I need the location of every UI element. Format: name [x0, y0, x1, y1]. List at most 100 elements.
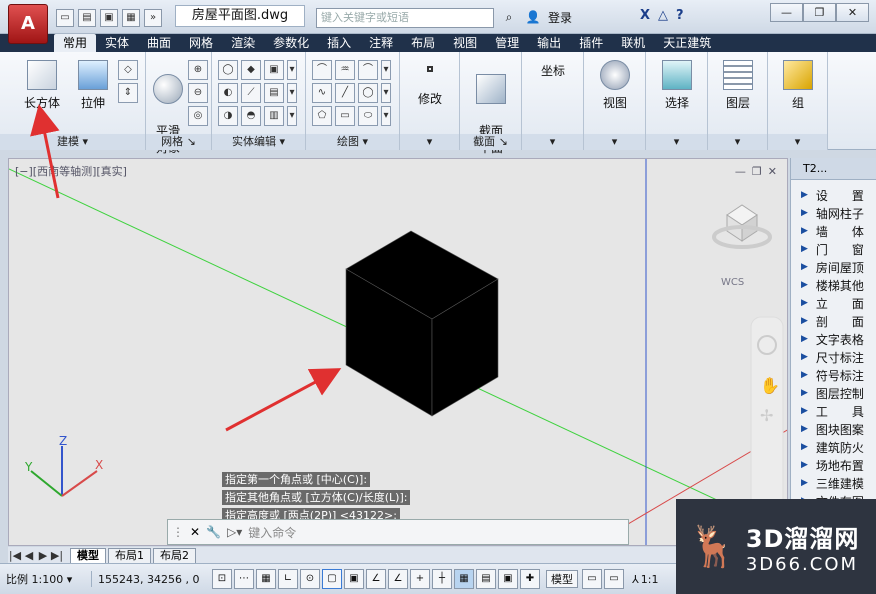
palette-title[interactable]: T2... [791, 158, 876, 180]
binoculars-icon[interactable]: ⌕ [500, 8, 518, 26]
tab-11[interactable]: 输出 [528, 34, 570, 52]
palette-item[interactable]: ▶ 三维建模 [791, 474, 876, 492]
command-input[interactable]: 键入命令 [248, 524, 296, 541]
close-icon[interactable]: ✕ [190, 525, 200, 539]
viewport-minimize-icon[interactable]: — [735, 165, 746, 178]
search-input[interactable]: 键入关键字或短语 [316, 8, 494, 28]
palette-item[interactable]: ▶ 文字表格 [791, 330, 876, 348]
tab-6[interactable]: 插入 [318, 34, 360, 52]
palette-item[interactable]: ▶ 图层控制 [791, 384, 876, 402]
panel-title-layers[interactable]: ▾ [708, 134, 767, 150]
panel-title-select[interactable]: ▾ [646, 134, 707, 150]
tab-0[interactable]: 常用 [54, 34, 97, 52]
circle-icon[interactable]: ◯ [358, 83, 378, 103]
tab-3[interactable]: 网格 [180, 34, 222, 52]
chevron-down-icon[interactable]: ▾ [381, 60, 391, 80]
palette-item[interactable]: ▶ 楼梯其他 [791, 276, 876, 294]
help-icon[interactable]: ? [676, 8, 684, 23]
chevron-down-icon[interactable]: ▾ [287, 106, 297, 126]
triangle-icon[interactable]: △ [658, 8, 668, 23]
shell-icon[interactable]: ▤ [264, 83, 284, 103]
panel-title-coords[interactable]: ▾ [522, 134, 583, 150]
arc-icon[interactable]: ⌒ [358, 60, 378, 80]
3d-osnap-icon[interactable]: ▣ [344, 569, 364, 589]
tab-9[interactable]: 视图 [444, 34, 486, 52]
mesh-edit-icon[interactable]: ◎ [188, 106, 208, 126]
union-icon[interactable]: ◯ [218, 60, 238, 80]
polyline-icon[interactable]: ⌒ [312, 60, 332, 80]
view-button[interactable]: 视图 [596, 60, 634, 111]
rectangle-icon[interactable]: ▭ [335, 106, 355, 126]
snap-icon[interactable]: ⋯ [234, 569, 254, 589]
box-button[interactable]: 长方体 [20, 60, 64, 111]
transparency-icon[interactable]: ▦ [454, 569, 474, 589]
tab-8[interactable]: 布局 [402, 34, 444, 52]
line-icon[interactable]: ╱ [335, 83, 355, 103]
coords-button[interactable]: 坐标 [534, 62, 572, 79]
palette-item[interactable]: ▶ 工 具 [791, 402, 876, 420]
grid-icon[interactable]: ▦ [256, 569, 276, 589]
osnap-icon[interactable]: ▢ [322, 569, 342, 589]
application-menu-button[interactable]: A [8, 4, 48, 44]
lwt-icon[interactable]: ┼ [432, 569, 452, 589]
subtract-icon[interactable]: ◐ [218, 83, 238, 103]
login-label[interactable]: 登录 [548, 9, 572, 26]
viewcube[interactable]: WCS [712, 204, 772, 288]
extrude-button[interactable]: 拉伸 [74, 60, 112, 111]
palette-item[interactable]: ▶ 立 面 [791, 294, 876, 312]
ellipse-icon[interactable]: ⬭ [358, 106, 378, 126]
prev-tab-icon[interactable]: ◀ [22, 549, 36, 562]
ducs-icon[interactable]: ∠ [388, 569, 408, 589]
tab-14[interactable]: 天正建筑 [654, 34, 720, 52]
polar-icon[interactable]: ⊙ [300, 569, 320, 589]
solid-face-icon[interactable]: ◆ [241, 60, 261, 80]
panel-title-view[interactable]: ▾ [584, 134, 645, 150]
interfere-icon[interactable]: ◓ [241, 106, 261, 126]
chevron-down-icon[interactable]: ▾ [381, 106, 391, 126]
layout-tab-2[interactable]: 布局2 [153, 547, 196, 563]
new-icon[interactable]: ▭ [56, 9, 74, 27]
palette-item[interactable]: ▶ 建筑防火 [791, 438, 876, 456]
tab-10[interactable]: 管理 [486, 34, 528, 52]
palette-item[interactable]: ▶ 符号标注 [791, 366, 876, 384]
select-button[interactable]: 选择 [658, 60, 696, 111]
first-tab-icon[interactable]: |◀ [8, 549, 22, 562]
annotation-scale[interactable]: 1:1 [641, 573, 659, 586]
panel-title-modify[interactable]: ▾ [400, 134, 459, 150]
chevron-down-icon[interactable]: ▾ [287, 83, 297, 103]
tab-12[interactable]: 插件 [570, 34, 612, 52]
palette-item[interactable]: ▶ 房间屋顶 [791, 258, 876, 276]
panel-title-group[interactable]: ▾ [768, 134, 827, 150]
panel-title-modeling[interactable]: 建模 ▾ [0, 134, 145, 150]
close-button[interactable]: ✕ [836, 3, 869, 22]
palette-item[interactable]: ▶ 场地布置 [791, 456, 876, 474]
more-icon[interactable]: » [144, 9, 162, 27]
viewport-restore-icon[interactable]: ❐ [752, 165, 762, 178]
tab-13[interactable]: 联机 [612, 34, 654, 52]
exchange-icon[interactable]: X [640, 8, 650, 23]
sc-icon[interactable]: ▣ [498, 569, 518, 589]
modify-button[interactable]: 修改 [412, 66, 448, 107]
saveas-icon[interactable]: ▦ [122, 9, 140, 27]
helix-icon[interactable]: ♒ [335, 60, 355, 80]
am-icon[interactable]: ✚ [520, 569, 540, 589]
quick-view-layouts-icon[interactable]: ▭ [582, 569, 602, 589]
minimize-button[interactable]: — [770, 3, 803, 22]
wrench-icon[interactable]: 🔧 [206, 525, 221, 539]
qp-icon[interactable]: ▤ [476, 569, 496, 589]
chevron-down-icon[interactable]: ▾ [381, 83, 391, 103]
group-button[interactable]: 组 [779, 60, 817, 111]
mesh-add-icon[interactable]: ⊕ [188, 60, 208, 80]
panel-title-solid-edit[interactable]: 实体编辑 ▾ [212, 134, 305, 150]
restore-button[interactable]: ❐ [803, 3, 836, 22]
polygon-icon[interactable]: ⬠ [312, 106, 332, 126]
cube-solid[interactable] [345, 230, 499, 417]
palette-item[interactable]: ▶ 设 置 [791, 186, 876, 204]
login-area[interactable]: ⌕ 👤 登录 [500, 8, 572, 26]
panel-title-draw[interactable]: 绘图 ▾ [306, 134, 399, 150]
slice-icon[interactable]: ⟋ [241, 83, 261, 103]
layout-tab-0[interactable]: 模型 [70, 547, 106, 563]
open-icon[interactable]: ▤ [78, 9, 96, 27]
palette-item[interactable]: ▶ 剖 面 [791, 312, 876, 330]
tab-2[interactable]: 曲面 [138, 34, 180, 52]
